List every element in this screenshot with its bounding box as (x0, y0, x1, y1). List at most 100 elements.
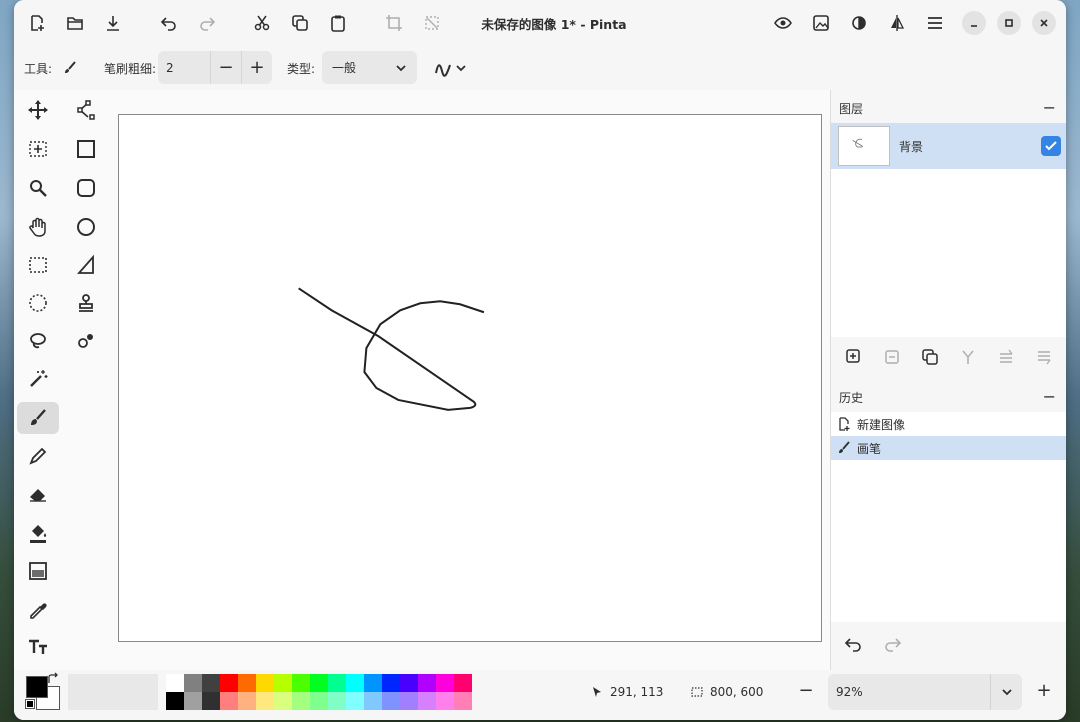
zoom-combobox[interactable]: 92% (828, 674, 1022, 710)
palette-color-swatch[interactable] (364, 692, 382, 710)
maximize-button[interactable] (997, 11, 1021, 35)
palette-color-swatch[interactable] (454, 674, 472, 692)
reset-colors-button[interactable] (25, 699, 35, 709)
palette-color-swatch[interactable] (184, 692, 202, 710)
palette-color-swatch[interactable] (382, 674, 400, 692)
deselect-button[interactable] (417, 8, 447, 38)
palette-color-swatch[interactable] (364, 674, 382, 692)
brush-type-dropdown[interactable]: 一般 (322, 51, 417, 84)
ellipse-select-tool[interactable] (17, 287, 59, 319)
delete-layer-icon[interactable] (883, 348, 901, 366)
zoom-dropdown-button[interactable] (990, 674, 1022, 710)
primary-color-swatch[interactable] (26, 676, 48, 698)
swap-colors-icon[interactable] (46, 672, 60, 686)
brush-width-increase-button[interactable]: + (241, 51, 272, 84)
drawing-canvas[interactable] (118, 114, 822, 642)
palette-color-swatch[interactable] (274, 674, 292, 692)
effects-button[interactable] (882, 8, 912, 38)
cut-button[interactable] (247, 8, 277, 38)
palette-color-swatch[interactable] (238, 674, 256, 692)
palette-color-swatch[interactable] (274, 692, 292, 710)
lasso-select-tool[interactable] (17, 325, 59, 357)
history-item[interactable]: 画笔 (831, 436, 1066, 460)
main-menu-button[interactable] (920, 8, 950, 38)
layer-row[interactable]: 背景 (831, 123, 1066, 169)
brush-width-value[interactable]: 2 (158, 61, 210, 75)
zoom-value[interactable]: 92% (836, 685, 863, 699)
palette-color-swatch[interactable] (400, 692, 418, 710)
merge-layer-down-icon[interactable] (959, 348, 977, 366)
new-image-button[interactable] (22, 8, 52, 38)
history-item[interactable]: 新建图像 (831, 412, 1066, 436)
palette-color-swatch[interactable] (310, 674, 328, 692)
palette-color-swatch[interactable] (166, 692, 184, 710)
rectangle-select-tool[interactable] (17, 249, 59, 281)
move-selected-tool[interactable] (17, 94, 59, 126)
pan-tool[interactable] (17, 211, 59, 243)
brush-width-spinner[interactable]: 2 − + (158, 51, 272, 84)
move-layer-down-icon[interactable] (1035, 348, 1053, 366)
history-collapse-button[interactable]: − (1043, 387, 1056, 406)
move-layer-up-icon[interactable] (997, 348, 1015, 366)
palette-color-swatch[interactable] (292, 674, 310, 692)
copy-button[interactable] (285, 8, 315, 38)
clone-stamp-tool[interactable] (65, 287, 107, 319)
palette-color-swatch[interactable] (202, 674, 220, 692)
magic-wand-tool[interactable] (17, 363, 59, 395)
recolor-tool[interactable] (65, 325, 107, 357)
palette-color-swatch[interactable] (328, 692, 346, 710)
palette-color-swatch[interactable] (220, 674, 238, 692)
select-path-tool[interactable] (65, 94, 107, 126)
palette-color-swatch[interactable] (292, 692, 310, 710)
paintbrush-tool[interactable] (17, 402, 59, 434)
palette-color-swatch[interactable] (400, 674, 418, 692)
paint-bucket-tool[interactable] (17, 517, 59, 549)
minimize-button[interactable] (962, 11, 986, 35)
add-layer-icon[interactable] (845, 348, 863, 366)
antialiasing-dropdown[interactable] (434, 56, 474, 80)
paste-button[interactable] (323, 8, 353, 38)
gradient-tool[interactable] (17, 555, 59, 587)
history-redo-icon[interactable] (881, 634, 903, 656)
zoom-out-button[interactable]: − (796, 680, 816, 701)
adjustments-button[interactable] (844, 8, 874, 38)
layers-collapse-button[interactable]: − (1043, 98, 1056, 117)
redo-button[interactable] (192, 8, 222, 38)
palette-color-swatch[interactable] (436, 674, 454, 692)
history-undo-icon[interactable] (843, 634, 865, 656)
palette-color-swatch[interactable] (202, 692, 220, 710)
crop-button[interactable] (379, 8, 409, 38)
ellipse-tool[interactable] (65, 211, 107, 243)
rectangle-tool[interactable] (65, 133, 107, 165)
palette-color-swatch[interactable] (166, 674, 184, 692)
rounded-rectangle-tool[interactable] (65, 172, 107, 204)
layer-visibility-checkbox[interactable] (1041, 136, 1061, 156)
image-menu-button[interactable] (806, 8, 836, 38)
palette-color-swatch[interactable] (256, 674, 274, 692)
palette-color-swatch[interactable] (436, 692, 454, 710)
palette-color-swatch[interactable] (328, 674, 346, 692)
freeform-shape-tool[interactable] (65, 249, 107, 281)
palette-color-swatch[interactable] (310, 692, 328, 710)
close-button[interactable] (1032, 11, 1056, 35)
undo-button[interactable] (154, 8, 184, 38)
palette-color-swatch[interactable] (418, 692, 436, 710)
eraser-tool[interactable] (17, 478, 59, 510)
open-button[interactable] (60, 8, 90, 38)
duplicate-layer-icon[interactable] (921, 348, 939, 366)
palette-color-swatch[interactable] (346, 674, 364, 692)
brush-width-decrease-button[interactable]: − (210, 51, 241, 84)
save-button[interactable] (98, 8, 128, 38)
palette-color-swatch[interactable] (238, 692, 256, 710)
palette-color-swatch[interactable] (418, 674, 436, 692)
palette-color-swatch[interactable] (256, 692, 274, 710)
zoom-tool[interactable] (17, 172, 59, 204)
palette-color-swatch[interactable] (454, 692, 472, 710)
palette-color-swatch[interactable] (382, 692, 400, 710)
palette-color-swatch[interactable] (220, 692, 238, 710)
palette-color-swatch[interactable] (184, 674, 202, 692)
view-button[interactable] (768, 8, 798, 38)
move-selection-tool[interactable] (17, 133, 59, 165)
color-picker-tool[interactable] (17, 593, 59, 625)
text-tool[interactable] (17, 631, 59, 663)
